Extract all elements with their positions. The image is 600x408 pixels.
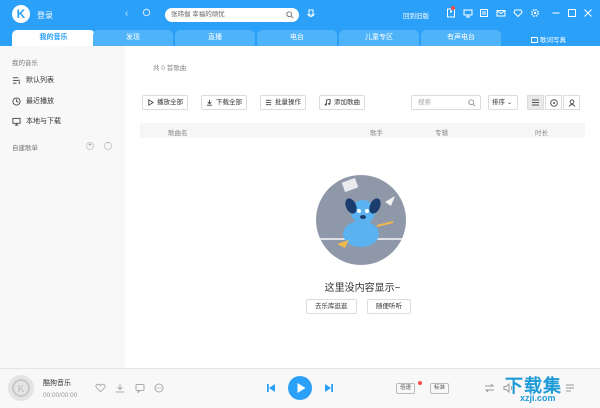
settings-icon[interactable] — [530, 8, 540, 18]
tab-kids[interactable]: 儿童专区 — [339, 30, 419, 46]
collapse-icon[interactable]: ˆ — [104, 142, 112, 150]
more-icon[interactable] — [154, 383, 164, 393]
list-view-button[interactable] — [527, 95, 544, 110]
sidebar: 我的音乐 默认列表 最近播放 本地与下载 自建歌单 + ˆ — [0, 46, 125, 368]
mini-mode-icon[interactable] — [463, 8, 473, 18]
notification-dot — [451, 6, 455, 10]
download-icon — [206, 99, 213, 106]
maximize-icon[interactable] — [567, 8, 577, 18]
playlist-queue-icon[interactable] — [565, 383, 576, 393]
main-tabs: 我的音乐 发现 直播 电台 儿童专区 有声电台 歌词写真 — [0, 30, 600, 46]
clock-icon — [12, 96, 21, 106]
play-button[interactable] — [288, 376, 312, 400]
table-header: 歌曲名 歌手 专辑 时长 — [140, 123, 585, 138]
tab-audiobook[interactable]: 有声电台 — [421, 30, 501, 46]
artist-view-button[interactable] — [563, 95, 580, 110]
download-icon[interactable] — [115, 383, 125, 393]
sidebar-item-local-download[interactable]: 本地与下载 — [12, 116, 61, 126]
play-mode-icon[interactable] — [484, 383, 495, 393]
watermark-url: xzji.com — [520, 393, 556, 403]
column-song[interactable]: 歌曲名 — [168, 127, 188, 137]
track-title: 酷狗音乐 — [43, 380, 71, 387]
disc-view-button[interactable] — [545, 95, 562, 110]
chevron-down-icon: ⌄ — [507, 100, 513, 106]
list-icon — [265, 99, 272, 106]
column-artist[interactable]: 歌手 — [370, 127, 383, 137]
main-panel: 共 0 首歌曲 播放全部 下载全部 批量操作 添加歌曲 搜索 排序 ⌄ 歌曲名 歌… — [125, 46, 600, 368]
voice-search-icon[interactable] — [306, 8, 316, 20]
search-input[interactable]: 张玮伽 幸福的顽忧 — [165, 8, 299, 22]
disc-icon — [549, 99, 558, 107]
random-listen-button[interactable]: 随便听听 — [367, 299, 411, 314]
quality-button[interactable]: 标准 — [430, 383, 450, 394]
monitor-icon — [12, 117, 21, 126]
empty-illustration — [315, 174, 407, 266]
back-arrow-icon[interactable]: ‹ — [125, 8, 128, 20]
song-count: 共 0 首歌曲 — [153, 65, 187, 72]
sidebar-section-title: 我的音乐 — [12, 60, 38, 67]
track-time: 00:00/00:00 — [43, 392, 78, 399]
tab-live[interactable]: 直播 — [175, 30, 255, 46]
lyrics-photo-toggle[interactable]: 歌词写真 — [531, 34, 566, 44]
heart-icon[interactable] — [95, 383, 106, 393]
tab-my-music[interactable]: 我的音乐 — [12, 30, 95, 46]
next-track-icon[interactable] — [324, 383, 334, 393]
speed-new-dot — [418, 381, 422, 385]
old-version-link[interactable]: 回到旧版 — [403, 10, 429, 20]
play-icon — [297, 383, 306, 393]
column-album[interactable]: 专辑 — [435, 127, 448, 137]
lyrics-icon — [531, 37, 538, 44]
refresh-icon[interactable] — [142, 8, 151, 17]
top-bar: K 登录 ‹ 张玮伽 幸福的顽忧 回到旧版 我的音乐 发现 直播 电台 儿童专区… — [0, 0, 600, 46]
sort-dropdown[interactable]: 排序 ⌄ — [488, 95, 518, 110]
tab-discover[interactable]: 发现 — [93, 30, 173, 46]
close-icon[interactable] — [583, 8, 593, 18]
browse-library-button[interactable]: 去乐库逛逛 — [306, 299, 357, 314]
playlist-icon — [12, 76, 21, 85]
search-icon[interactable] — [468, 99, 476, 107]
diamond-icon[interactable] — [513, 8, 523, 18]
download-all-button[interactable]: 下载全部 — [201, 95, 247, 110]
play-icon — [147, 99, 154, 106]
add-playlist-button[interactable]: + — [86, 142, 94, 150]
user-icon — [568, 99, 575, 107]
album-cover[interactable]: K — [8, 375, 34, 401]
mail-icon[interactable] — [496, 8, 506, 18]
batch-operation-button[interactable]: 批量操作 — [260, 95, 306, 110]
sidebar-item-recent[interactable]: 最近播放 — [12, 96, 54, 106]
tab-radio[interactable]: 电台 — [257, 30, 337, 46]
add-song-button[interactable]: 添加歌曲 — [319, 95, 365, 110]
search-icon[interactable] — [286, 11, 294, 19]
speed-button[interactable]: 倍速 — [396, 383, 416, 394]
minimize-icon[interactable] — [551, 8, 561, 18]
sidebar-item-default-list[interactable]: 默认列表 — [12, 75, 54, 85]
svg-text:K: K — [18, 384, 25, 395]
column-duration[interactable]: 时长 — [535, 127, 548, 137]
created-playlists-title: 自建歌单 — [12, 145, 38, 152]
previous-track-icon[interactable] — [266, 383, 276, 393]
local-search-input[interactable]: 搜索 — [411, 95, 481, 110]
message-icon[interactable] — [479, 8, 489, 18]
login-link[interactable]: 登录 — [37, 10, 53, 21]
list-view-icon — [532, 99, 539, 106]
empty-state-text: 这里没内容显示~ — [324, 283, 401, 294]
play-all-button[interactable]: 播放全部 — [142, 95, 188, 110]
music-note-icon — [324, 99, 331, 106]
kugou-logo[interactable]: K — [12, 5, 30, 23]
comment-icon[interactable] — [135, 383, 145, 393]
